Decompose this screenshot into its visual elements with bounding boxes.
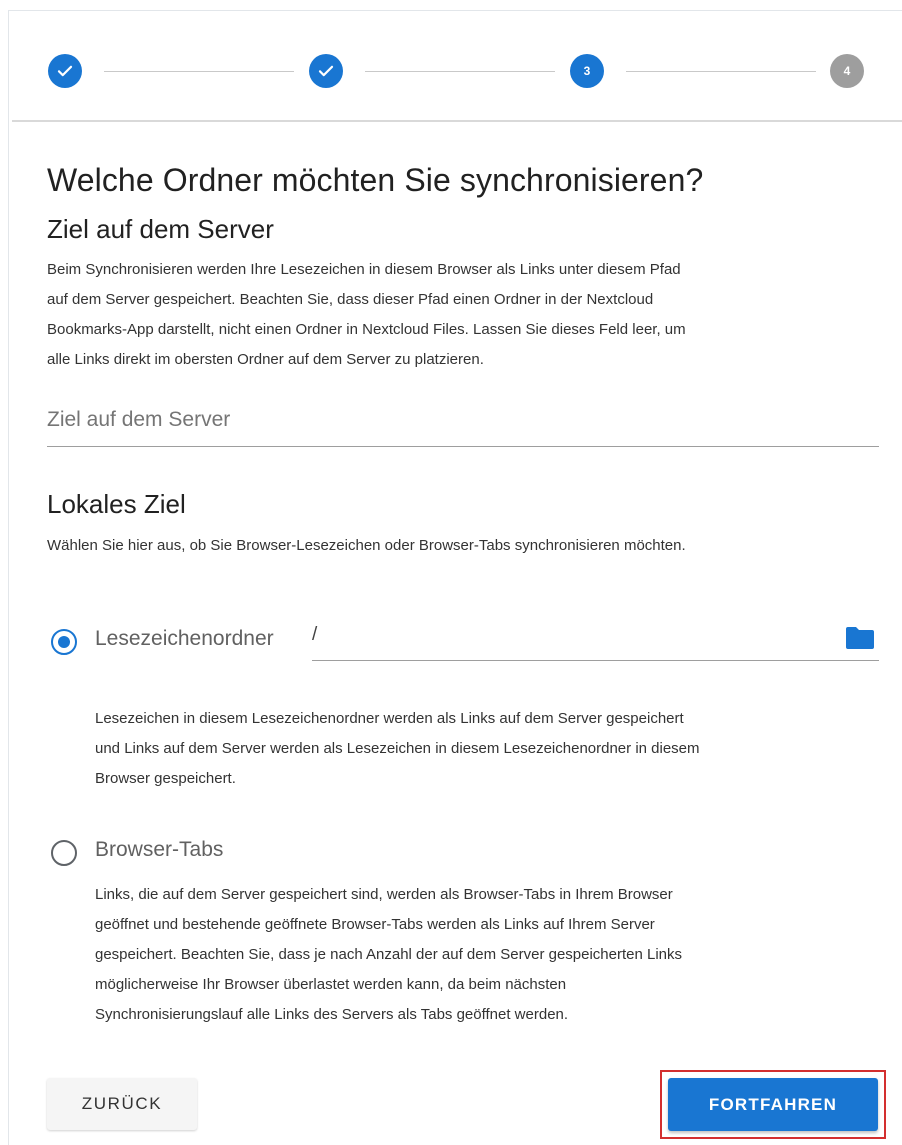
step-3-current: 3 [570,54,604,88]
bookmark-folder-path-underline [312,660,879,661]
bookmark-folder-description: Lesezeichen in diesem Lesezeichenordner … [95,704,700,794]
description-line: Synchronisierungslauf alle Links des Ser… [95,1006,569,1023]
continue-button[interactable]: FORTFAHREN [668,1078,878,1131]
radio-browser-tabs[interactable] [51,840,77,866]
radio-browser-tabs-label[interactable]: Browser-Tabs [95,838,223,862]
bookmark-folder-path-value: / [312,624,318,645]
step-connector [104,71,294,72]
description-line: geöffnet und bestehende geöffnete Browse… [95,916,655,933]
description-line: Beim Synchronisieren werden Ihre Lesezei… [47,261,681,278]
description-line: Links, die auf dem Server gespeichert si… [95,886,673,903]
local-section-description: Wählen Sie hier aus, ob Sie Browser-Lese… [47,537,686,554]
browser-tabs-description: Links, die auf dem Server gespeichert si… [95,880,682,1030]
step-2-complete-icon [309,54,343,88]
back-button[interactable]: ZURÜCK [47,1078,197,1130]
continue-button-highlight: FORTFAHREN [660,1070,886,1139]
description-line: Lesezeichen in diesem Lesezeichenordner … [95,710,684,727]
server-path-underline [47,446,879,447]
page-title: Welche Ordner möchten Sie synchronisiere… [47,162,704,198]
description-line: alle Links direkt im obersten Ordner auf… [47,351,484,368]
step-1-complete-icon [48,54,82,88]
server-section-heading: Ziel auf dem Server [47,214,274,244]
description-line: möglicherweise Ihr Browser überlastet we… [95,976,567,993]
description-line: auf dem Server gespeichert. Beachten Sie… [47,291,654,308]
step-4-pending: 4 [830,54,864,88]
stepper: 3 4 [12,12,902,122]
local-section-heading: Lokales Ziel [47,489,186,519]
description-line: und Links auf dem Server werden als Lese… [95,740,700,757]
radio-bookmark-folder-label[interactable]: Lesezeichenordner [95,627,274,651]
server-path-input[interactable]: Ziel auf dem Server [47,408,877,442]
description-line: Bookmarks-App darstellt, nicht einen Ord… [47,321,686,338]
folder-icon[interactable] [845,626,875,650]
server-path-placeholder: Ziel auf dem Server [47,408,231,431]
server-section-description: Beim Synchronisieren werden Ihre Lesezei… [47,255,686,375]
step-connector [626,71,816,72]
radio-bookmark-folder[interactable] [51,629,77,655]
description-line: gespeichert. Beachten Sie, dass je nach … [95,946,683,963]
step-connector [365,71,555,72]
description-line: Browser gespeichert. [95,770,236,787]
bookmark-folder-path-input[interactable]: / [312,624,832,658]
